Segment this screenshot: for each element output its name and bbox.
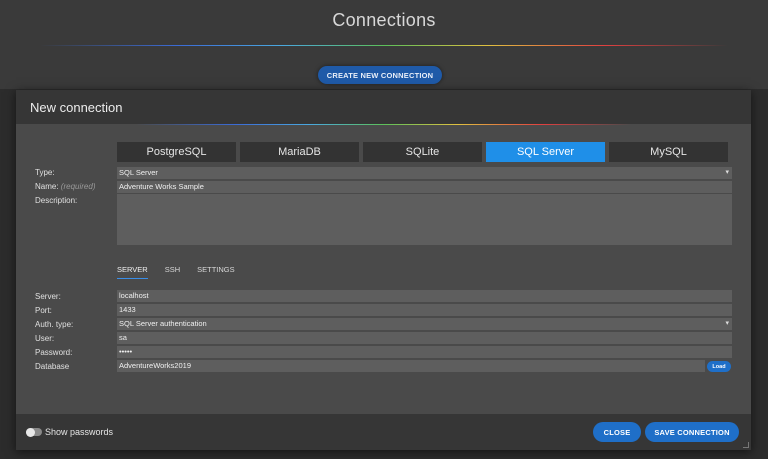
- page-title: Connections: [332, 10, 436, 30]
- type-select[interactable]: SQL Server: [117, 167, 732, 179]
- type-label: Type:: [35, 168, 55, 177]
- tab-settings[interactable]: SETTINGS: [197, 265, 235, 279]
- user-field[interactable]: sa: [117, 332, 732, 344]
- dialog-title: New connection: [30, 100, 123, 115]
- create-new-connection-button[interactable]: CREATE NEW CONNECTION: [318, 66, 442, 84]
- close-button[interactable]: CLOSE: [593, 422, 641, 442]
- password-field[interactable]: •••••: [117, 346, 732, 358]
- tab-sqlite[interactable]: SQLite: [363, 142, 482, 162]
- load-databases-button[interactable]: Load: [707, 361, 731, 372]
- server-label: Server:: [35, 292, 61, 301]
- show-passwords-label: Show passwords: [45, 427, 114, 437]
- dialog-footer: Show passwords CLOSE SAVE CONNECTION: [16, 414, 751, 450]
- new-connection-dialog: New connection PostgreSQL MariaDB SQLite…: [16, 90, 751, 450]
- user-label: User:: [35, 334, 55, 343]
- server-field[interactable]: localhost: [117, 290, 732, 302]
- password-label: Password:: [35, 348, 73, 357]
- show-passwords-toggle[interactable]: [26, 427, 42, 437]
- connection-settings-tabs: SERVER SSH SETTINGS: [117, 265, 235, 279]
- database-label: Database: [35, 362, 70, 371]
- header-divider: [136, 124, 631, 125]
- connections-page: Connections CREATE NEW CONNECTION New co…: [0, 0, 768, 459]
- port-field[interactable]: 1433: [117, 304, 732, 316]
- tab-postgresql[interactable]: PostgreSQL: [117, 142, 236, 162]
- tab-mysql[interactable]: MySQL: [609, 142, 728, 162]
- tab-ssh[interactable]: SSH: [165, 265, 180, 279]
- port-label: Port:: [35, 306, 52, 315]
- required-hint: (required): [60, 182, 96, 191]
- resize-corner-icon[interactable]: [743, 442, 749, 448]
- dialog-header: New connection: [16, 90, 751, 124]
- auth-type-select[interactable]: SQL Server authentication: [117, 318, 732, 330]
- save-connection-button[interactable]: SAVE CONNECTION: [645, 422, 739, 442]
- title-divider: [40, 45, 728, 46]
- database-field[interactable]: AdventureWorks2019: [117, 360, 705, 372]
- database-type-tabs: PostgreSQL MariaDB SQLite SQL Server MyS…: [117, 142, 728, 162]
- description-textarea[interactable]: [117, 194, 732, 245]
- auth-type-label: Auth. type:: [35, 320, 74, 329]
- tab-mariadb[interactable]: MariaDB: [240, 142, 359, 162]
- name-label-text: Name:: [35, 182, 59, 191]
- name-field[interactable]: Adventure Works Sample: [117, 181, 732, 193]
- tab-server[interactable]: SERVER: [117, 265, 148, 279]
- tab-sql-server[interactable]: SQL Server: [486, 142, 605, 162]
- name-label: Name: (required): [35, 182, 95, 191]
- description-label: Description:: [35, 196, 78, 205]
